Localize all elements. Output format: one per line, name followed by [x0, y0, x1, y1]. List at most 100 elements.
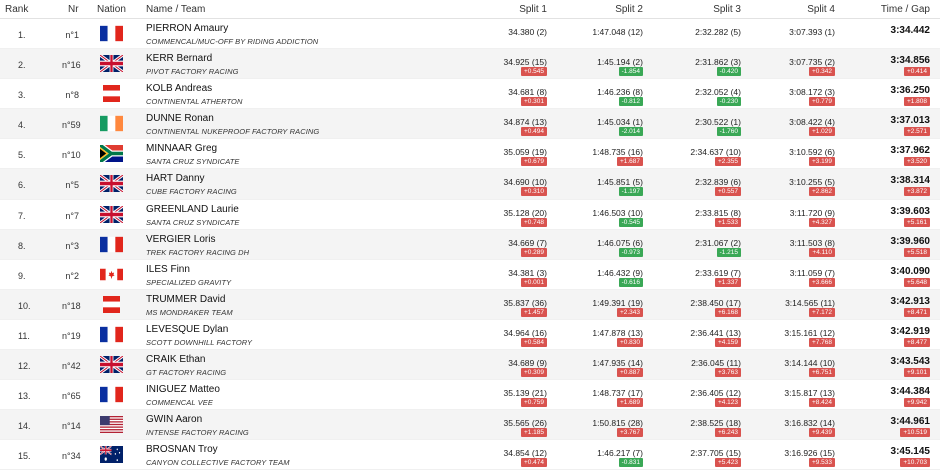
- total-time: 3:36.250: [890, 85, 930, 97]
- split-4: 3:10.592 (6) +3.199: [695, 139, 835, 169]
- split-time: 3:16.832 (14): [784, 418, 835, 429]
- header-split-1: Split 1: [519, 4, 547, 15]
- split-gap-badge: +7.172: [808, 307, 835, 317]
- total-time: 3:39.603: [890, 205, 930, 217]
- total-gap-badge: +8.477: [903, 337, 930, 347]
- split-time: 3:14.565 (11): [785, 297, 835, 308]
- split-time: 3:08.172 (3): [789, 87, 835, 98]
- table-row[interactable]: 10. n°18 TRUMMER David MS MONDRAKER TEAM 35.…: [0, 289, 940, 320]
- split-4: 3:07.393 (1): [695, 19, 835, 49]
- bib-number: n°2: [65, 270, 79, 281]
- split-gap-badge: +8.424: [808, 398, 835, 408]
- split-time: 3:11.059 (7): [789, 267, 835, 278]
- table-row[interactable]: 7. n°7 GREENLAND Laurie SANTA CRUZ SYNDICAT…: [0, 200, 940, 230]
- rider-name[interactable]: LEVESQUE Dylan: [146, 324, 228, 335]
- table-row[interactable]: 2. n°16 KERR Bernard PIVOT FACTORY RACING 34…: [0, 49, 940, 80]
- team-name: SANTA CRUZ SYNDICATE: [146, 217, 240, 227]
- split-gap-badge: +3.199: [808, 157, 835, 167]
- rider-name[interactable]: TRUMMER David: [146, 294, 225, 305]
- flag-france-icon: [100, 326, 123, 343]
- table-row[interactable]: 14. n°14 GWIN Aaron INTENSE FACTORY RACING 3…: [0, 410, 940, 441]
- table-row[interactable]: 9. n°2 ILES Finn SPECIALIZED GRAVITY 34.381 …: [0, 260, 940, 290]
- flag-uk-icon: [100, 356, 123, 374]
- table-row[interactable]: 6. n°5 HART Danny CUBE FACTORY RACING 34.690…: [0, 169, 940, 200]
- bib-number: n°10: [62, 150, 81, 161]
- rank: 15.: [18, 451, 31, 462]
- rider-name[interactable]: GREENLAND Laurie: [146, 204, 239, 215]
- rider-name[interactable]: BROSNAN Troy: [146, 444, 218, 455]
- rank: 1.: [18, 30, 26, 40]
- flag-uk-icon: [100, 55, 123, 73]
- team-name: COMMENCAL VEE: [146, 398, 214, 408]
- split-time: 3:15.161 (12): [784, 327, 835, 338]
- rank: 5.: [18, 150, 26, 161]
- total-gap-badge: +9.942: [903, 398, 930, 408]
- rank: 14.: [18, 421, 31, 432]
- table-row[interactable]: 1. n°1 PIERRON Amaury COMMENCAL/MUC-OFF BY …: [0, 19, 940, 50]
- rank: 10.: [18, 300, 31, 311]
- total-time: 3:37.013: [890, 115, 930, 127]
- split-time: 3:10.255 (5): [789, 177, 835, 188]
- table-row[interactable]: 15. n°34 BROSNAN Troy CANYON COLLECTIVE FAC…: [0, 440, 940, 471]
- header-time-gap: Time / Gap: [880, 4, 930, 15]
- flag-southafrica-icon: [100, 145, 123, 163]
- rider-name[interactable]: DUNNE Ronan: [146, 113, 214, 124]
- split-4: 3:14.565 (11) +7.172: [695, 290, 835, 320]
- rank: 8.: [18, 240, 26, 251]
- total-time: 3:34.442: [890, 25, 930, 36]
- team-name: PIVOT FACTORY RACING: [146, 67, 239, 77]
- rider-name[interactable]: KERR Bernard: [146, 53, 212, 64]
- split-4: 3:07.735 (2) +0.342: [695, 49, 835, 79]
- header-nation: Nation: [97, 4, 126, 15]
- total-time: 3:39.960: [890, 235, 930, 247]
- split-gap-badge: +4.327: [808, 217, 835, 227]
- bib-number: n°1: [65, 30, 79, 40]
- split-time: 3:11.720 (9): [789, 207, 835, 218]
- table-row[interactable]: 12. n°42 CRAIK Ethan GT FACTORY RACING 34.68…: [0, 350, 940, 381]
- rank: 7.: [18, 210, 26, 221]
- total-time: 3:44.961: [890, 416, 930, 428]
- split-gap-badge: +0.779: [808, 97, 835, 107]
- table-row[interactable]: 3. n°8 KOLB Andreas CONTINENTAL ATHERTON 34.…: [0, 79, 940, 110]
- header-split-2: Split 2: [615, 4, 643, 15]
- total-gap-badge: +5.161: [903, 217, 930, 227]
- table-row[interactable]: 8. n°3 VERGIER Loris TREK FACTORY RACING DH…: [0, 229, 940, 260]
- table-row[interactable]: 13. n°65 INIGUEZ Matteo COMMENCAL VEE 35.139…: [0, 380, 940, 411]
- team-name: CUBE FACTORY RACING: [146, 187, 237, 197]
- rider-name[interactable]: KOLB Andreas: [146, 83, 212, 94]
- rank: 12.: [18, 361, 31, 372]
- rank: 9.: [18, 270, 26, 281]
- flag-uk-icon: [100, 205, 123, 223]
- rank: 3.: [18, 90, 26, 101]
- rank: 2.: [18, 60, 26, 71]
- team-name: GT FACTORY RACING: [146, 368, 227, 378]
- table-row[interactable]: 4. n°59 DUNNE Ronan CONTINENTAL NUKEPROOF F…: [0, 109, 940, 140]
- rider-name[interactable]: VERGIER Loris: [146, 234, 215, 245]
- flag-france-icon: [100, 236, 123, 253]
- rider-name[interactable]: GWIN Aaron: [146, 414, 202, 425]
- rider-name[interactable]: MINNAAR Greg: [146, 143, 217, 154]
- total-gap-badge: +5.648: [903, 277, 930, 287]
- split-4: 3:14.144 (10) +6.751: [695, 350, 835, 380]
- team-name: CONTINENTAL NUKEPROOF FACTORY RACING: [146, 127, 320, 137]
- bib-number: n°8: [65, 90, 79, 101]
- rider-name[interactable]: INIGUEZ Matteo: [146, 384, 220, 395]
- header-nr: Nr: [68, 4, 79, 15]
- rank: 6.: [18, 180, 26, 191]
- rider-name[interactable]: HART Danny: [146, 173, 205, 184]
- total-gap-badge: +3.872: [903, 187, 930, 197]
- table-row[interactable]: 5. n°10 MINNAAR Greg SANTA CRUZ SYNDICATE 35…: [0, 139, 940, 170]
- total-time: 3:38.314: [890, 175, 930, 187]
- flag-ireland-icon: [100, 115, 123, 132]
- table-row[interactable]: 11. n°19 LEVESQUE Dylan SCOTT DOWNHILL FACT…: [0, 320, 940, 351]
- split-time: 3:08.422 (4): [789, 117, 835, 128]
- rider-name[interactable]: PIERRON Amaury: [146, 23, 228, 34]
- rider-name[interactable]: ILES Finn: [146, 264, 190, 275]
- total-time: 3:34.856: [890, 55, 930, 67]
- bib-number: n°16: [62, 60, 81, 71]
- total-time: 3:42.919: [890, 325, 930, 337]
- rider-name[interactable]: CRAIK Ethan: [146, 354, 205, 365]
- split-time: 3:07.735 (2): [789, 57, 835, 68]
- total-time: 3:45.145: [890, 446, 930, 458]
- flag-australia-icon: [100, 446, 123, 464]
